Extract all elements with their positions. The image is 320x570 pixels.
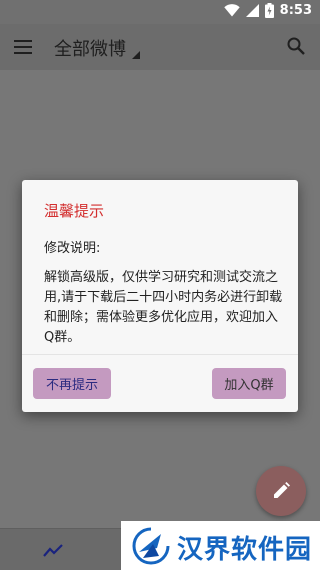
join-group-button[interactable]: 加入Q群 [212,368,286,399]
caret-down-icon[interactable] [131,45,141,59]
app-bar: 全部微博 [0,24,320,70]
dialog-subtitle: 修改说明: [44,241,101,256]
page-title[interactable]: 全部微博 [54,35,126,61]
status-bar: 8:53 [0,0,320,24]
watermark-logo-icon [131,526,171,566]
watermark-text: 汉界软件园 [177,535,313,565]
compose-fab[interactable] [256,466,306,516]
dialog-body: 解锁高级版，仅供学习研究和测试交流之用,请于下载后二十四小时内务必进行卸载和删除… [44,270,283,345]
menu-icon[interactable] [14,38,34,56]
status-icons: 8:53 [223,3,312,18]
wifi-icon [223,4,240,17]
notice-dialog: 温馨提示 修改说明: 解锁高级版，仅供学习研究和测试交流之用,请于下载后二十四小… [22,180,298,412]
signal-icon [245,4,259,17]
battery-icon [264,3,274,18]
dont-show-again-button[interactable]: 不再提示 [33,368,111,399]
status-time: 8:53 [279,3,312,18]
dialog-divider [22,354,298,355]
watermark: 汉界软件园 [121,521,320,570]
edit-icon [274,482,290,498]
dialog-title: 温馨提示 [44,202,105,220]
trend-icon[interactable] [42,541,64,559]
search-icon[interactable] [286,36,306,56]
